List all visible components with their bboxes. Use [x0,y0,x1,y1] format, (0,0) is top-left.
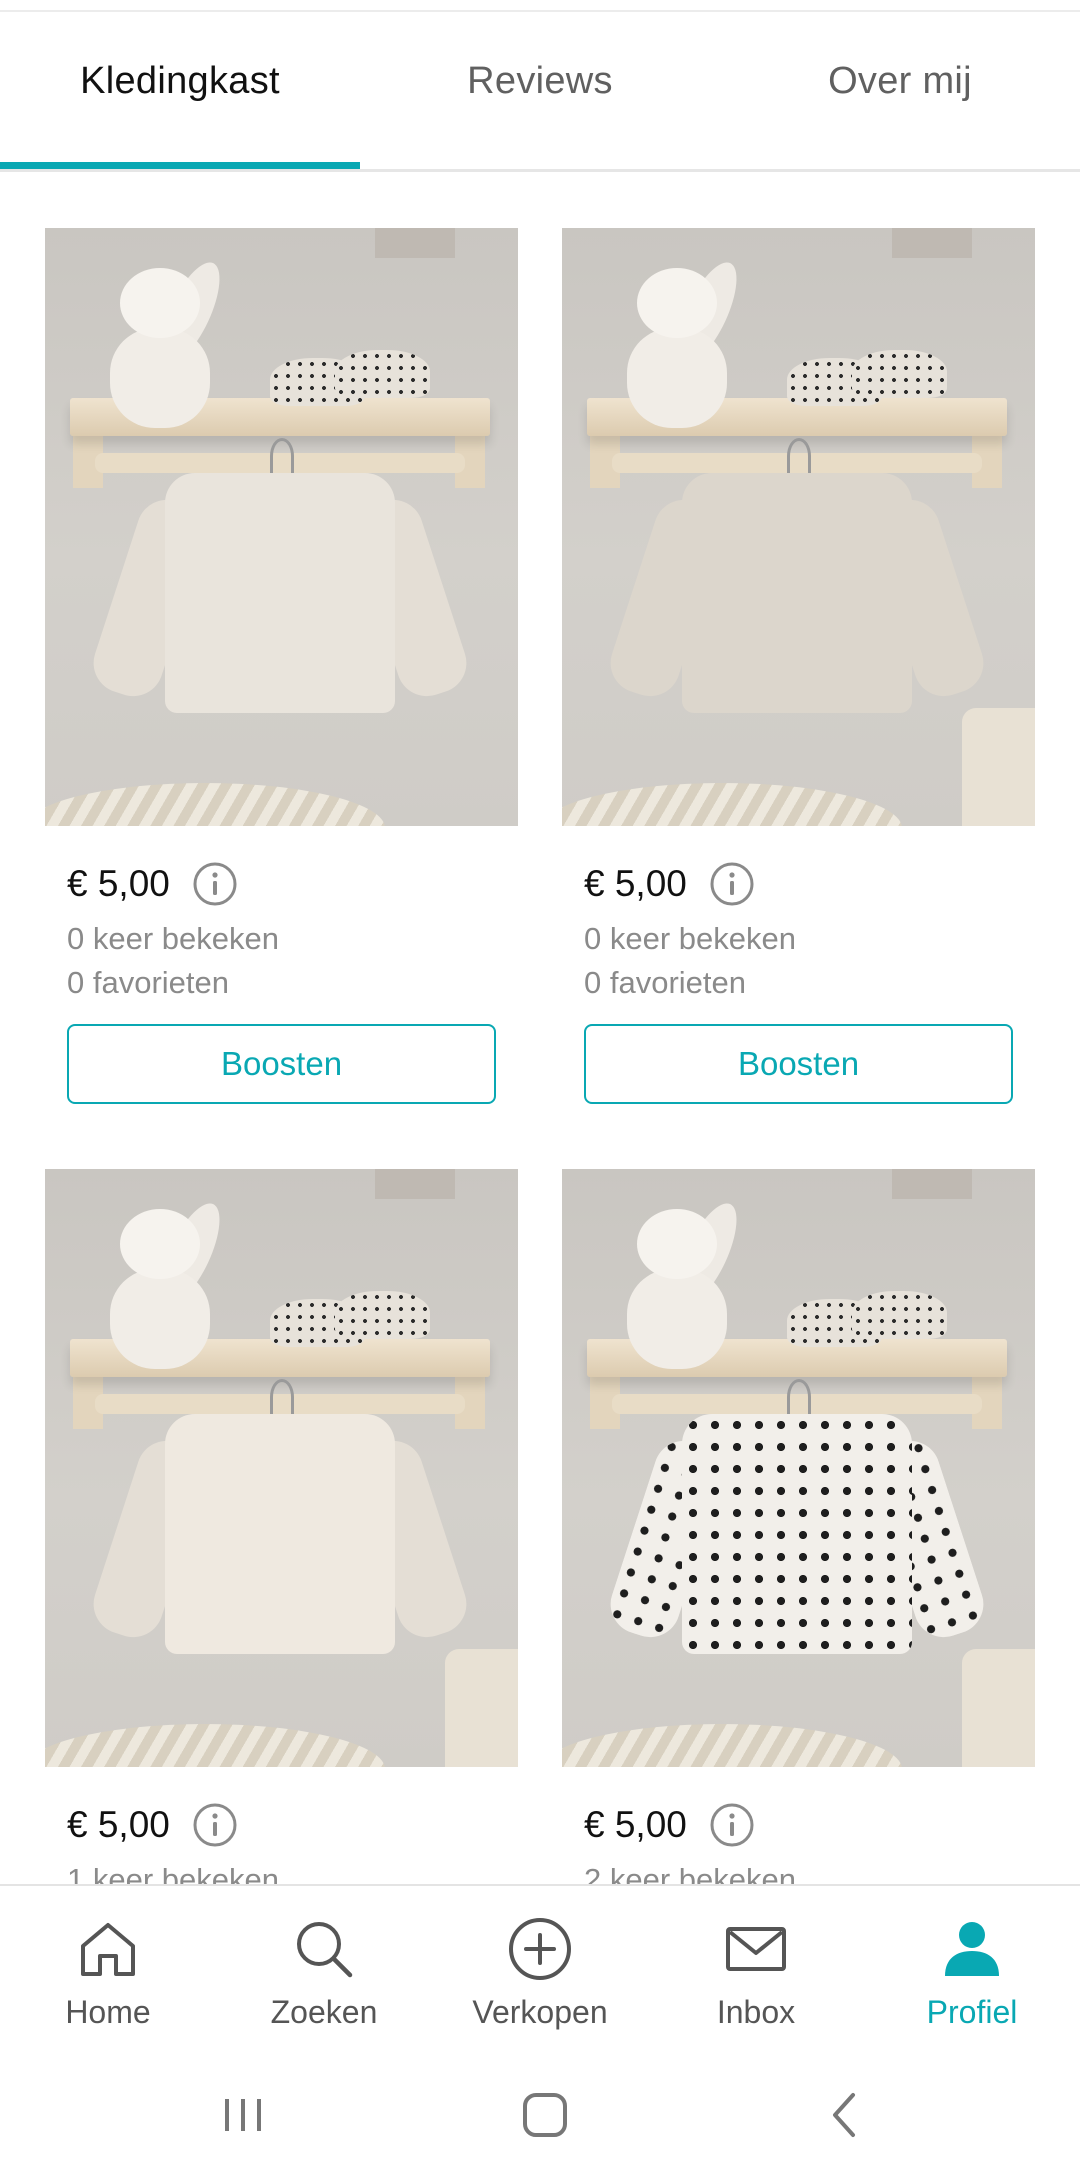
nav-profile[interactable]: Profiel [864,1886,1080,2049]
back-icon[interactable] [815,2085,875,2145]
tab-kledingkast[interactable]: Kledingkast [0,60,360,103]
item-price: € 5,00 [67,863,170,904]
person-icon [945,1922,999,1976]
search-icon [297,1922,353,1978]
item-price: € 5,00 [584,1804,687,1845]
item-photo[interactable] [45,1169,518,1767]
info-icon[interactable] [709,1802,755,1848]
nav-sell[interactable]: Verkopen [432,1886,648,2049]
tab-over-mij[interactable]: Over mij [720,60,1080,103]
item-favorites: 0 favorieten [67,965,229,1000]
item-views: 0 keer bekeken [584,921,796,956]
nav-search-label: Zoeken [270,1994,378,2030]
boost-button[interactable]: Boosten [67,1024,496,1104]
recent-apps-icon[interactable] [213,2085,273,2145]
price-row: € 5,00 [584,856,755,912]
tab-reviews[interactable]: Reviews [360,60,720,103]
price-row: € 5,00 [67,1797,238,1853]
mail-icon [726,1927,786,1971]
info-icon[interactable] [192,861,238,907]
item-price: € 5,00 [584,863,687,904]
item-card[interactable]: € 5,00 2 keer bekeken [562,1169,1035,1897]
item-favorites: 0 favorieten [584,965,746,1000]
item-card[interactable]: € 5,00 0 keer bekeken 0 favorieten Boost… [562,228,1035,1104]
profile-tabs: Kledingkast Reviews Over mij [0,0,1080,172]
home-icon [81,1923,135,1976]
nav-search[interactable]: Zoeken [216,1886,432,2049]
info-icon[interactable] [192,1802,238,1848]
nav-inbox[interactable]: Inbox [648,1886,864,2049]
item-views: 0 keer bekeken [67,921,279,956]
price-row: € 5,00 [584,1797,755,1853]
item-price: € 5,00 [67,1804,170,1845]
app-screen: Kledingkast Reviews Over mij € 5,00 0 ke… [0,0,1080,2180]
nav-profile-label: Profiel [926,1994,1018,2030]
item-photo[interactable] [562,1169,1035,1767]
item-card[interactable]: € 5,00 1 keer bekeken [45,1169,518,1897]
boost-button[interactable]: Boosten [584,1024,1013,1104]
nav-home[interactable]: Home [0,1886,216,2049]
system-home-icon[interactable] [515,2085,575,2145]
plus-circle-icon [509,1918,571,1980]
nav-inbox-label: Inbox [716,1994,796,2030]
active-tab-indicator [0,162,360,169]
item-photo[interactable] [45,228,518,826]
nav-sell-label: Verkopen [472,1994,608,2030]
item-card[interactable]: € 5,00 0 keer bekeken 0 favorieten Boost… [45,228,518,1104]
system-nav-bar [0,2047,1080,2180]
item-photo[interactable] [562,228,1035,826]
bottom-nav: Home Zoeken Verkopen Inbox Profiel [0,1884,1080,2047]
info-icon[interactable] [709,861,755,907]
price-row: € 5,00 [67,856,238,912]
nav-home-label: Home [65,1994,151,2030]
